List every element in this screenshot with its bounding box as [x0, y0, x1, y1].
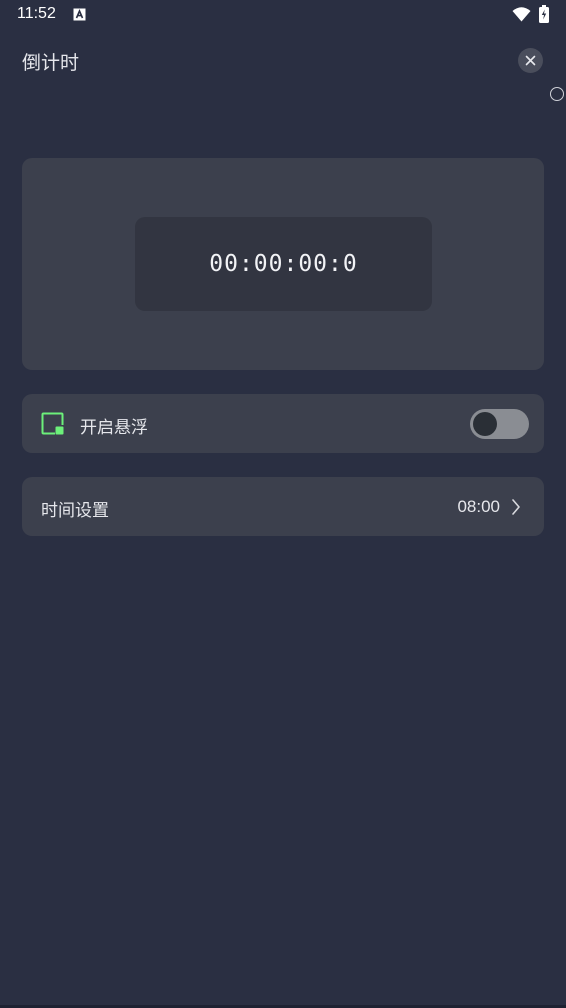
timer-card: 00:00:00:0 [22, 158, 544, 370]
float-window-icon [41, 412, 64, 435]
toggle-knob [473, 412, 497, 436]
close-icon [525, 55, 536, 66]
page-title: 倒计时 [22, 52, 80, 74]
close-button[interactable] [518, 48, 543, 73]
float-toggle-label: 开启悬浮 [80, 418, 148, 438]
timer-display: 00:00:00:0 [135, 217, 432, 311]
float-toggle-switch[interactable] [470, 409, 529, 439]
time-setting-row[interactable]: 时间设置 08:00 [22, 477, 544, 536]
time-setting-value: 08:00 [457, 497, 500, 516]
battery-charging-icon [539, 5, 549, 23]
status-time: 11:52 [17, 5, 56, 22]
floating-ring-icon[interactable] [550, 87, 564, 101]
timer-value: 00:00:00:0 [209, 251, 358, 277]
chevron-right-icon [512, 499, 520, 515]
float-toggle-row[interactable]: 开启悬浮 [22, 394, 544, 453]
wifi-icon [512, 7, 531, 22]
a-notification-icon [73, 8, 86, 21]
time-setting-label: 时间设置 [41, 501, 109, 521]
status-bar: 11:52 [0, 0, 566, 30]
countdown-screen: 11:52 倒计时 00:00:00:0 开启悬浮 时间设置 08:00 [0, 0, 566, 1008]
